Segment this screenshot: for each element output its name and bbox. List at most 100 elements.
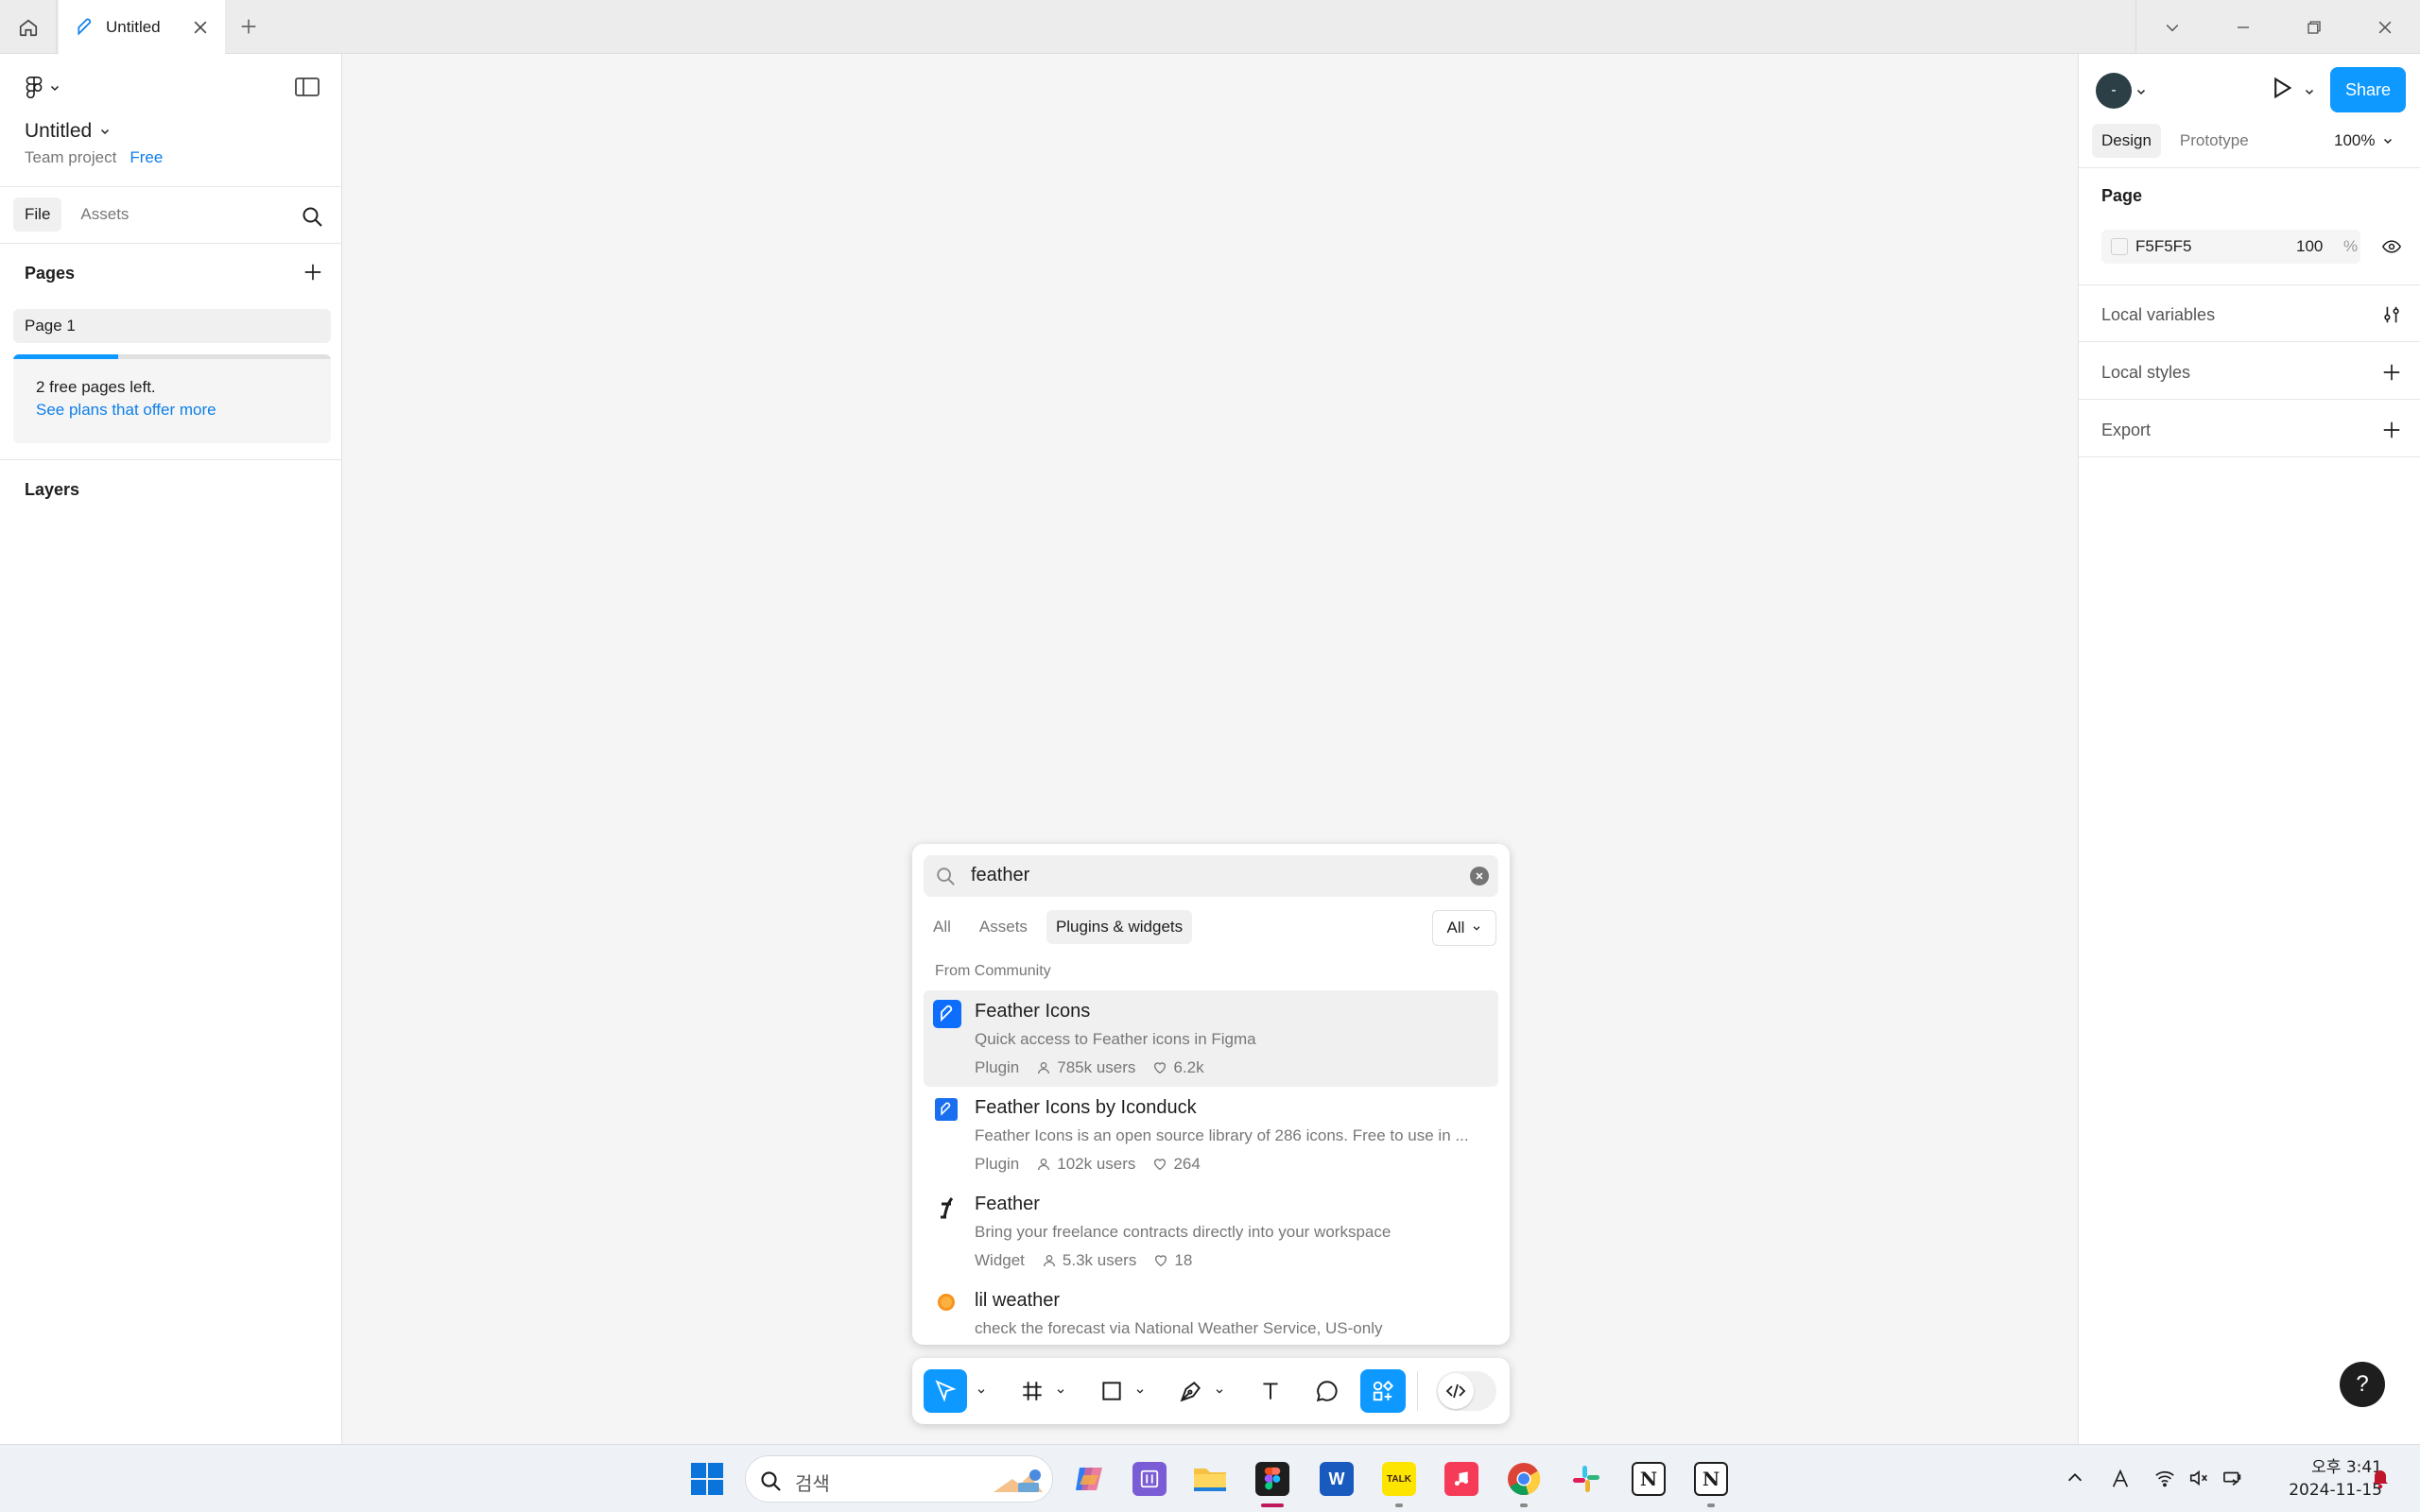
search-icon: [761, 1471, 781, 1491]
taskbar-copilot[interactable]: [1066, 1456, 1112, 1502]
filter-all[interactable]: All: [924, 910, 960, 944]
chevron-down-icon[interactable]: [977, 1386, 986, 1396]
tab-file[interactable]: File: [13, 198, 62, 232]
add-page-icon[interactable]: [302, 262, 323, 283]
taskbar-slack[interactable]: [1564, 1456, 1609, 1502]
pages-usage-bar: [13, 354, 331, 359]
pages-heading: Pages: [25, 264, 76, 283]
chevron-down-icon[interactable]: [2304, 86, 2315, 97]
chevron-down-icon: [101, 129, 110, 135]
text-tool[interactable]: [1251, 1369, 1290, 1413]
taskbar-search[interactable]: 검색: [745, 1455, 1053, 1503]
present-play-icon[interactable]: [2268, 75, 2294, 101]
clock-time: 오후 3:41: [2311, 1458, 2382, 1477]
taskbar-notion[interactable]: N: [1626, 1456, 1671, 1502]
result-users: 102k users: [1057, 1155, 1136, 1173]
add-style-icon[interactable]: [2381, 362, 2402, 383]
clear-search-button[interactable]: [1470, 867, 1489, 885]
volume-muted-icon[interactable]: [2187, 1468, 2210, 1488]
windows-start-icon[interactable]: [690, 1462, 724, 1496]
frame-tool[interactable]: [1012, 1369, 1052, 1413]
color-swatch[interactable]: [2111, 238, 2128, 255]
taskbar-file-explorer[interactable]: [1187, 1456, 1233, 1502]
team-label[interactable]: Team project: [25, 148, 116, 167]
result-item[interactable]: lil weather check the forecast via Natio…: [924, 1280, 1498, 1345]
result-item[interactable]: Feather Bring your freelance contracts d…: [924, 1183, 1498, 1280]
taskbar-app-purple[interactable]: [1127, 1456, 1172, 1502]
page-opacity[interactable]: 100: [2296, 237, 2323, 256]
taskbar-word[interactable]: W: [1314, 1456, 1359, 1502]
add-export-icon[interactable]: [2381, 420, 2402, 440]
battery-sync-icon[interactable]: [2221, 1468, 2246, 1488]
chevron-down-icon[interactable]: [1056, 1386, 1065, 1396]
search-input[interactable]: feather: [971, 865, 1029, 886]
layers-heading: Layers: [25, 480, 80, 499]
close-tab-icon[interactable]: [191, 18, 210, 37]
tab-assets[interactable]: Assets: [69, 198, 140, 232]
result-likes: 18: [1174, 1251, 1193, 1269]
filter-plugins-widgets[interactable]: Plugins & widgets: [1046, 910, 1193, 944]
shape-tool[interactable]: [1092, 1369, 1132, 1413]
upsell-link[interactable]: See plans that offer more: [36, 401, 216, 420]
export-row[interactable]: Export: [2101, 421, 2151, 440]
chevron-down-icon: [1474, 926, 1480, 931]
chevron-down-icon[interactable]: [1135, 1386, 1145, 1396]
local-variables-row[interactable]: Local variables: [2101, 305, 2215, 325]
taskbar-kakaotalk[interactable]: TALK: [1376, 1456, 1422, 1507]
local-styles-row[interactable]: Local styles: [2101, 363, 2190, 383]
variables-settings-icon[interactable]: [2381, 303, 2402, 326]
chevron-down-icon[interactable]: [2135, 86, 2147, 97]
result-description: Bring your freelance contracts directly …: [975, 1223, 1392, 1241]
result-item[interactable]: Feather Icons Quick access to Feather ic…: [924, 990, 1498, 1087]
main-menu-button[interactable]: [25, 77, 60, 99]
pen-tool[interactable]: [1171, 1369, 1211, 1413]
kakaotalk-icon: TALK: [1382, 1462, 1416, 1496]
divider: [2079, 167, 2420, 168]
taskbar-chrome[interactable]: [1501, 1456, 1547, 1507]
clock[interactable]: 오후 3:41 2024-11-15: [2269, 1456, 2382, 1502]
result-type: Plugin: [975, 1155, 1020, 1173]
zoom-dropdown[interactable]: 100%: [2334, 131, 2394, 150]
search-field[interactable]: feather: [924, 855, 1498, 897]
help-button[interactable]: ?: [2340, 1362, 2385, 1407]
dev-mode-toggle[interactable]: [1436, 1371, 1496, 1411]
restore-icon: [2307, 20, 2321, 34]
file-name[interactable]: Untitled: [25, 120, 111, 143]
comment-tool[interactable]: [1307, 1369, 1347, 1413]
chevron-down-icon[interactable]: [1215, 1386, 1224, 1396]
divider: [2079, 284, 2420, 285]
toggle-sidebar-icon[interactable]: [295, 77, 320, 97]
avatar[interactable]: -: [2096, 73, 2132, 109]
taskbar-figma[interactable]: [1250, 1456, 1295, 1507]
minimize-button[interactable]: [2207, 0, 2278, 54]
restore-button[interactable]: [2278, 0, 2349, 54]
search-icon[interactable]: [301, 205, 323, 228]
chevron-up-icon[interactable]: [2065, 1468, 2085, 1488]
tab-design[interactable]: Design: [2092, 124, 2161, 158]
result-item[interactable]: Feather Icons by Iconduck Feather Icons …: [924, 1087, 1498, 1183]
taskbar-music[interactable]: [1439, 1456, 1484, 1502]
eye-icon[interactable]: [2381, 237, 2402, 256]
page-color-field[interactable]: F5F5F5 100 %: [2101, 230, 2360, 264]
close-window-button[interactable]: [2349, 0, 2420, 54]
taskbar-notion-2[interactable]: N: [1688, 1456, 1734, 1507]
file-tab[interactable]: Untitled: [59, 0, 225, 55]
filter-assets[interactable]: Assets: [970, 910, 1037, 944]
new-tab-icon[interactable]: [238, 16, 259, 37]
tab-prototype[interactable]: Prototype: [2170, 124, 2258, 158]
move-tool[interactable]: [924, 1369, 967, 1413]
running-indicator: [1395, 1503, 1403, 1507]
page-item[interactable]: Page 1: [13, 309, 331, 343]
tab-list-button[interactable]: [2136, 0, 2207, 54]
actions-search-popup: feather All Assets Plugins & widgets All…: [912, 844, 1510, 1345]
share-button[interactable]: Share: [2330, 67, 2406, 112]
plan-badge[interactable]: Free: [130, 148, 163, 167]
page-color-hex[interactable]: F5F5F5: [2135, 237, 2192, 256]
ime-a-icon[interactable]: [2110, 1468, 2131, 1490]
actions-tool[interactable]: [1360, 1369, 1406, 1413]
notification-bell-icon[interactable]: [2369, 1466, 2392, 1490]
scope-dropdown[interactable]: All: [1432, 910, 1496, 946]
weather-sun-icon: [938, 1294, 955, 1311]
wifi-icon[interactable]: [2153, 1468, 2176, 1488]
home-button[interactable]: [0, 0, 57, 54]
